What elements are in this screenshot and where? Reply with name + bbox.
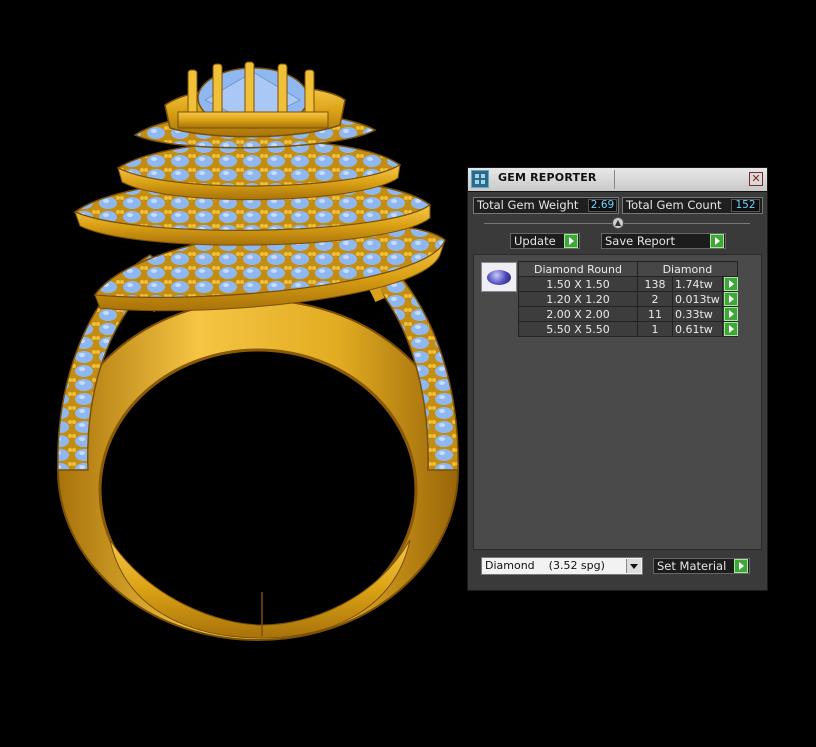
gem-weight: 1.74tw <box>672 276 723 292</box>
collapse-toggle-icon[interactable]: ▲ <box>612 217 624 229</box>
set-material-button-label: Set Material <box>657 559 727 573</box>
gem-count: 11 <box>637 306 673 322</box>
gem-weight: 0.013tw <box>672 291 723 307</box>
gem-reporter-icon <box>471 170 489 188</box>
title-bar[interactable]: GEM REPORTER ✕ <box>468 168 767 192</box>
total-gem-weight-value: 2.69 <box>588 199 617 212</box>
total-gem-count-value: 152 <box>731 199 760 212</box>
update-button-label: Update <box>514 234 556 248</box>
set-material-button[interactable]: Set Material <box>653 558 750 574</box>
play-arrow-icon <box>734 559 748 573</box>
play-arrow-icon[interactable] <box>723 307 738 321</box>
material-select[interactable]: Diamond (3.52 spg) <box>481 557 643 575</box>
total-gem-weight-label: Total Gem Weight <box>477 198 579 212</box>
table-row[interactable]: 2.00 X 2.00 11 0.33tw <box>518 306 738 322</box>
title-divider <box>614 170 615 189</box>
ring-render <box>57 61 459 641</box>
gem-reporter-panel: GEM REPORTER ✕ Total Gem Weight 2.69 Tot… <box>467 167 768 591</box>
gem-weight: 0.33tw <box>672 306 723 322</box>
close-icon[interactable]: ✕ <box>749 172 763 186</box>
column-header-material: Diamond <box>637 261 738 277</box>
gem-size: 5.50 X 5.50 <box>518 321 638 337</box>
gem-size: 1.20 X 1.20 <box>518 291 638 307</box>
play-arrow-icon <box>564 234 578 248</box>
gem-size: 1.50 X 1.50 <box>518 276 638 292</box>
gem-count: 138 <box>637 276 673 292</box>
table-row[interactable]: 1.50 X 1.50 138 1.74tw <box>518 276 738 292</box>
save-report-button[interactable]: Save Report <box>601 233 726 249</box>
gem-size: 2.00 X 2.00 <box>518 306 638 322</box>
save-report-button-label: Save Report <box>605 234 676 248</box>
total-gem-count: Total Gem Count 152 <box>622 197 763 214</box>
gem-count: 1 <box>637 321 673 337</box>
table-row[interactable]: 5.50 X 5.50 1 0.61tw <box>518 321 738 337</box>
gem-weight: 0.61tw <box>672 321 723 337</box>
table-row[interactable]: 1.20 X 1.20 2 0.013tw <box>518 291 738 307</box>
chevron-down-icon[interactable] <box>626 559 641 573</box>
table-header-row: Diamond Round Diamond <box>518 261 738 277</box>
round-gem-thumbnail[interactable] <box>481 262 517 292</box>
panel-title: GEM REPORTER <box>498 171 597 184</box>
play-arrow-icon[interactable] <box>723 322 738 336</box>
update-button[interactable]: Update <box>510 233 580 249</box>
total-gem-count-label: Total Gem Count <box>626 198 722 212</box>
gem-list: Diamond Round Diamond 1.50 X 1.50 138 1.… <box>473 254 762 550</box>
gem-table: Diamond Round Diamond 1.50 X 1.50 138 1.… <box>518 261 738 337</box>
column-header-cut: Diamond Round <box>518 261 638 277</box>
material-select-value: Diamond (3.52 spg) <box>485 559 605 572</box>
gem-count: 2 <box>637 291 673 307</box>
play-arrow-icon[interactable] <box>723 277 738 291</box>
play-arrow-icon <box>710 234 724 248</box>
total-gem-weight: Total Gem Weight 2.69 <box>473 197 619 214</box>
play-arrow-icon[interactable] <box>723 292 738 306</box>
